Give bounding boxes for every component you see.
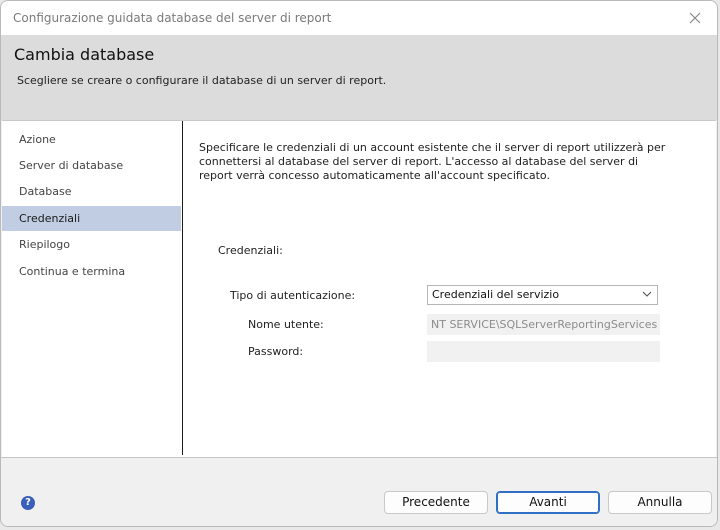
wizard-content: Azione Server di database Database Crede…: [2, 120, 716, 457]
help-icon[interactable]: ?: [21, 496, 35, 510]
window-title: Configurazione guidata database del serv…: [13, 11, 332, 25]
page-title: Cambia database: [14, 45, 155, 64]
nav-item-riepilogo[interactable]: Riepilogo: [2, 232, 181, 257]
back-button[interactable]: Precedente: [384, 491, 488, 514]
close-button[interactable]: [673, 1, 717, 35]
password-field[interactable]: [427, 341, 660, 362]
auth-type-select[interactable]: Credenziali del servizio: [427, 285, 658, 305]
close-icon: [689, 12, 701, 24]
chevron-down-icon: [642, 291, 652, 297]
page-subtitle: Scegliere se creare o configurare il dat…: [17, 74, 387, 87]
credentials-heading: Credenziali:: [218, 244, 283, 257]
auth-type-value: Credenziali del servizio: [432, 288, 560, 301]
step-description: Specificare le credenziali di un account…: [199, 141, 666, 182]
nav-item-continua-e-termina[interactable]: Continua e termina: [2, 259, 181, 284]
nav-item-azione[interactable]: Azione: [2, 127, 181, 152]
username-field[interactable]: NT SERVICE\SQLServerReportingServices: [427, 314, 660, 335]
nav-item-server-di-database[interactable]: Server di database: [2, 153, 181, 178]
cancel-button[interactable]: Annulla: [608, 491, 712, 514]
username-label: Nome utente:: [248, 318, 324, 331]
title-bar: Configurazione guidata database del serv…: [1, 1, 717, 35]
auth-type-label: Tipo di autenticazione:: [230, 289, 356, 302]
next-button[interactable]: Avanti: [496, 491, 600, 514]
wizard-header: Cambia database Scegliere se creare o co…: [1, 35, 717, 120]
nav-item-credenziali[interactable]: Credenziali: [2, 206, 181, 231]
password-label: Password:: [248, 345, 304, 358]
wizard-footer: ? Precedente Avanti Annulla: [1, 457, 717, 526]
nav-item-database[interactable]: Database: [2, 179, 181, 204]
steps-nav: Azione Server di database Database Crede…: [2, 121, 183, 455]
wizard-window: Configurazione guidata database del serv…: [0, 0, 718, 527]
